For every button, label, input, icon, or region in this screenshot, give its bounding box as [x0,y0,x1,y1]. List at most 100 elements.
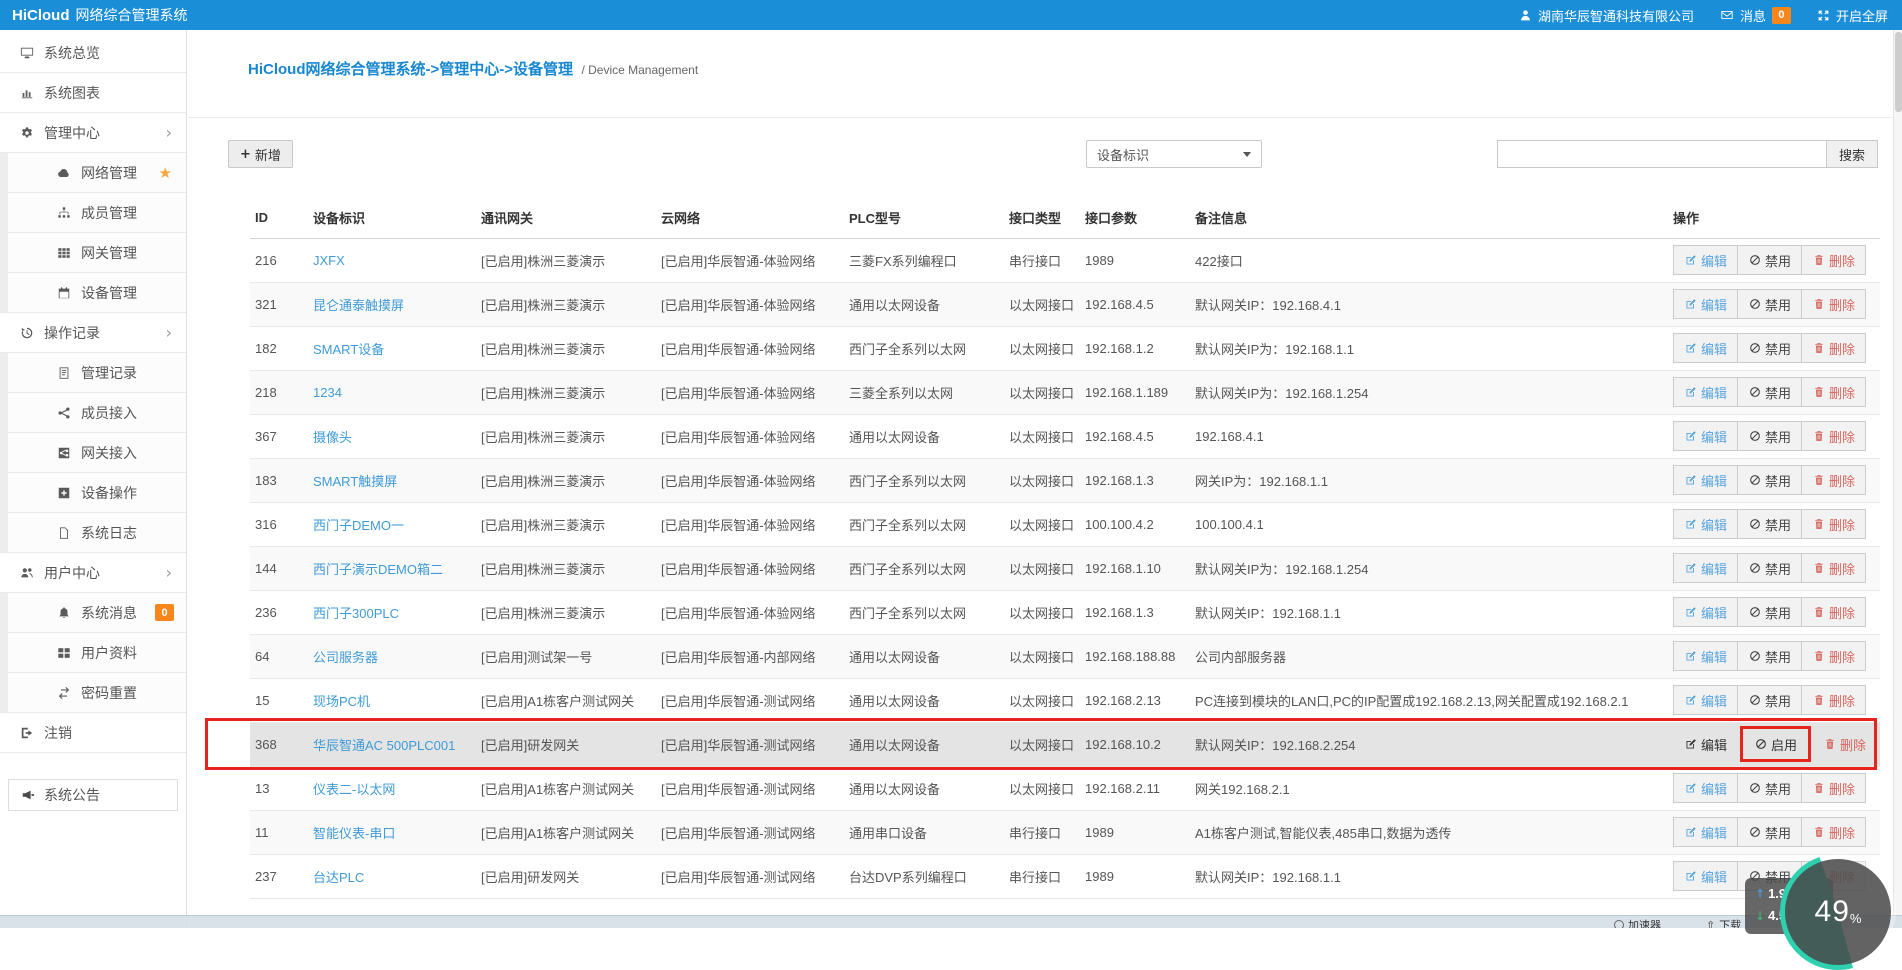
edit-button[interactable]: 编辑 [1673,377,1738,407]
company-account[interactable]: 湖南华辰智通科技有限公司 [1519,6,1694,25]
device-name-link[interactable]: JXFX [313,253,345,268]
device-name-link[interactable]: 华辰智通AC 500PLC001 [313,738,455,753]
device-name-link[interactable]: 西门子300PLC [313,606,399,621]
delete-button[interactable]: 删除 [1801,641,1866,671]
edit-button[interactable]: 编辑 [1673,641,1738,671]
ban-icon [1748,606,1761,618]
sidebar-item-management-center[interactable]: 管理中心› [0,113,186,153]
delete-button[interactable]: 删除 [1812,729,1877,759]
edit-button[interactable]: 编辑 [1673,597,1738,627]
delete-button[interactable]: 删除 [1801,289,1866,319]
sidebar-item-password-reset[interactable]: 密码重置 [0,673,186,713]
sidebar-item-member-access[interactable]: 成员接入 [0,393,186,433]
device-name-link[interactable]: SMART设备 [313,342,384,357]
sidebar-item-network-management[interactable]: 网络管理★ [0,153,186,193]
edit-button[interactable]: 编辑 [1673,729,1738,759]
download-item[interactable]: ⇧ 下载 [1706,917,1741,928]
sidebar-item-system-overview[interactable]: 系统总览 [0,33,186,73]
edit-button[interactable]: 编辑 [1673,465,1738,495]
edit-button[interactable]: 编辑 [1673,861,1738,891]
edit-button[interactable]: 编辑 [1673,245,1738,275]
edit-button[interactable]: 编辑 [1673,773,1738,803]
device-interface-param: 192.168.188.88 [1085,649,1175,664]
sidebar-item-system-logs[interactable]: 系统日志 [0,513,186,553]
toggle-enable-button[interactable]: 禁用 [1737,773,1802,803]
ban-icon [1748,650,1761,662]
sidebar-item-management-records[interactable]: 管理记录 [0,353,186,393]
toggle-enable-button[interactable]: 禁用 [1737,289,1802,319]
sidebar-item-label: 网络管理 [81,163,137,183]
toggle-enable-button[interactable]: 禁用 [1737,377,1802,407]
toggle-enable-button[interactable]: 启用 [1743,729,1808,759]
messages-menu[interactable]: 消息 0 [1720,6,1791,25]
sidebar-item-system-messages[interactable]: 系统消息0 [0,593,186,633]
page-scrollbar[interactable] [1893,30,1902,928]
device-name-link[interactable]: 西门子DEMO一 [313,518,404,533]
delete-button[interactable]: 删除 [1801,597,1866,627]
edit-button[interactable]: 编辑 [1673,421,1738,451]
delete-button[interactable]: 删除 [1801,377,1866,407]
scrollbar-thumb[interactable] [1895,32,1902,112]
device-name-link[interactable]: 昆仑通泰触摸屏 [313,298,404,313]
toggle-enable-button[interactable]: 禁用 [1737,509,1802,539]
sidebar-item-system-charts[interactable]: 系统图表 [0,73,186,113]
device-name-link[interactable]: 西门子演示DEMO箱二 [313,562,443,577]
sidebar-item-gateway-management[interactable]: 网关管理 [0,233,186,273]
delete-button[interactable]: 删除 [1801,553,1866,583]
device-cloud: [已启用]华辰智通-测试网络 [661,870,816,885]
delete-button[interactable]: 删除 [1801,421,1866,451]
device-name-link[interactable]: 智能仪表-串口 [313,826,395,841]
sidebar-item-logout[interactable]: 注销 [0,713,186,753]
sidebar-item-operation-records[interactable]: 操作记录› [0,313,186,353]
delete-button[interactable]: 删除 [1801,509,1866,539]
delete-button[interactable]: 删除 [1801,465,1866,495]
delete-button[interactable]: 删除 [1801,773,1866,803]
device-name-link[interactable]: 摄像头 [313,430,352,445]
device-name-link[interactable]: 台达PLC [313,870,364,885]
device-name-link[interactable]: 现场PC机 [313,694,370,709]
search-button[interactable]: 搜索 [1826,140,1878,168]
sidebar-item-member-management[interactable]: 成员管理 [0,193,186,233]
sidebar-item-user-profile[interactable]: 用户资料 [0,633,186,673]
sidebar-item-label: 系统总览 [44,43,100,63]
edit-icon [1684,606,1697,618]
device-name-link[interactable]: 仪表二-以太网 [313,782,395,797]
toggle-enable-button[interactable]: 禁用 [1737,817,1802,847]
sidebar-item-gateway-access[interactable]: 网关接入 [0,433,186,473]
sidebar-item-label: 网关接入 [81,443,137,463]
fullscreen-toggle[interactable]: 开启全屏 [1817,6,1888,25]
toggle-enable-button[interactable]: 禁用 [1737,465,1802,495]
delete-button[interactable]: 删除 [1801,817,1866,847]
toggle-enable-button[interactable]: 禁用 [1737,245,1802,275]
device-gateway: [已启用]A1栋客户测试网关 [481,694,634,709]
search-input[interactable] [1497,140,1827,168]
device-filter-select[interactable]: 设备标识 [1086,140,1262,168]
sidebar-item-device-management[interactable]: 设备管理 [0,273,186,313]
memory-gauge[interactable]: 49 % [1780,854,1896,970]
sidebar-box-system-announcement[interactable]: 系统公告 [8,779,178,811]
toggle-enable-button[interactable]: 禁用 [1737,421,1802,451]
device-name-link[interactable]: 公司服务器 [313,650,378,665]
download-label: 下载 [1719,917,1741,928]
cloud-icon [55,166,73,180]
edit-button[interactable]: 编辑 [1673,509,1738,539]
edit-button[interactable]: 编辑 [1673,289,1738,319]
edit-button[interactable]: 编辑 [1673,685,1738,715]
delete-button[interactable]: 删除 [1801,685,1866,715]
add-device-button[interactable]: + 新增 [228,140,293,168]
edit-button[interactable]: 编辑 [1673,333,1738,363]
toggle-enable-button[interactable]: 禁用 [1737,333,1802,363]
delete-button[interactable]: 删除 [1801,333,1866,363]
accelerator-item[interactable]: 加速器 [1614,917,1661,928]
sidebar-item-device-operations[interactable]: 设备操作 [0,473,186,513]
sidebar-item-user-center[interactable]: 用户中心› [0,553,186,593]
toggle-enable-button[interactable]: 禁用 [1737,597,1802,627]
toggle-enable-button[interactable]: 禁用 [1737,553,1802,583]
device-name-link[interactable]: SMART触摸屏 [313,474,397,489]
device-name-link[interactable]: 1234 [313,385,342,400]
toggle-enable-button[interactable]: 禁用 [1737,685,1802,715]
delete-button[interactable]: 删除 [1801,245,1866,275]
edit-button[interactable]: 编辑 [1673,817,1738,847]
edit-button[interactable]: 编辑 [1673,553,1738,583]
toggle-enable-button[interactable]: 禁用 [1737,641,1802,671]
